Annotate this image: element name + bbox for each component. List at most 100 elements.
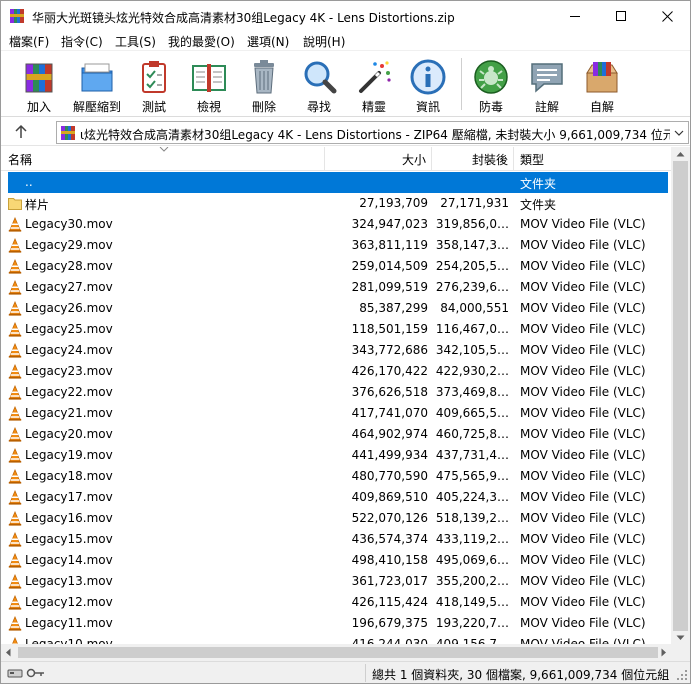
menu-file[interactable]: 檔案(F) (9, 33, 49, 50)
path-field[interactable]: ι炫光特效合成高清素材30组Legacy 4K - Lens Distortio… (56, 121, 689, 144)
column-divider[interactable] (513, 147, 514, 171)
menu-commands[interactable]: 指令(C) (61, 33, 103, 50)
file-type: MOV Video File (VLC) (520, 364, 646, 378)
up-arrow-icon[interactable] (11, 123, 31, 141)
vertical-scroll-thumb[interactable] (673, 161, 688, 631)
column-header: 名稱 大小 封裝後 類型 (1, 147, 671, 171)
maximize-button[interactable] (598, 1, 644, 31)
path-text: ι炫光特效合成高清素材30组Legacy 4K - Lens Distortio… (80, 128, 687, 142)
resize-grip-icon[interactable] (676, 669, 688, 681)
table-row[interactable]: Legacy17.mov 409,869,510 405,224,3… MOV Vid… (1, 487, 671, 508)
table-row[interactable]: Legacy16.mov 522,070,126 518,139,2… MOV Vid… (1, 508, 671, 529)
menu-favorites[interactable]: 我的最愛(O) (168, 33, 235, 50)
column-divider[interactable] (431, 147, 432, 171)
table-row[interactable]: Legacy14.mov 498,410,158 495,069,6… MOV Vid… (1, 550, 671, 571)
parent-folder-row[interactable]: .. 文件夹 (8, 172, 668, 193)
file-packed-size: 84,000,551 (440, 301, 509, 315)
column-divider[interactable] (324, 147, 325, 171)
menu-tools[interactable]: 工具(S) (115, 33, 156, 50)
table-row[interactable]: Legacy29.mov 363,811,119 358,147,3… MOV Vid… (1, 235, 671, 256)
menu-bar: 檔案(F) 指令(C) 工具(S) 我的最愛(O) 選項(N) 說明(H) (1, 31, 690, 51)
menu-options[interactable]: 選項(N) (247, 33, 289, 50)
table-row[interactable]: Legacy21.mov 417,741,070 409,665,5… MOV Vid… (1, 403, 671, 424)
file-size: 441,499,934 (351, 448, 428, 462)
minimize-button[interactable] (552, 1, 598, 31)
tool-info-button[interactable]: 資訊 (398, 56, 458, 114)
tool-wizard-button[interactable]: 精靈 (344, 56, 404, 114)
table-row[interactable]: Legacy12.mov 426,115,424 418,149,5… MOV Vid… (1, 592, 671, 613)
file-name: Legacy28.mov (25, 259, 113, 273)
file-packed-size: 193,220,7… (435, 616, 509, 630)
tool-sfx-button[interactable]: 自解 (572, 56, 632, 114)
file-packed-size: 342,105,5… (435, 343, 509, 357)
table-row[interactable]: Legacy26.mov 85,387,299 84,000,551 MOV Vide… (1, 298, 671, 319)
table-row[interactable]: Legacy28.mov 259,014,509 254,205,5… MOV Vid… (1, 256, 671, 277)
file-size: 376,626,518 (351, 385, 428, 399)
file-size: 426,115,424 (351, 595, 428, 609)
tool-view-button[interactable]: 檢視 (179, 56, 239, 114)
path-dropdown-button[interactable] (670, 122, 688, 143)
file-name: Legacy25.mov (25, 322, 113, 336)
table-row[interactable]: Legacy13.mov 361,723,017 355,200,2… MOV Vid… (1, 571, 671, 592)
file-packed-size: 116,467,0… (435, 322, 509, 336)
file-type: MOV Video File (VLC) (520, 238, 646, 252)
table-row[interactable]: Legacy11.mov 196,679,375 193,220,7… MOV Vid… (1, 613, 671, 634)
file-size: 363,811,119 (351, 238, 428, 252)
file-name: Legacy23.mov (25, 364, 113, 378)
column-name[interactable]: 名稱 (8, 151, 32, 168)
file-name: Legacy30.mov (25, 217, 113, 231)
test-icon (142, 61, 166, 93)
status-drive-key-icon[interactable] (7, 665, 47, 681)
virus-scan-icon (474, 60, 508, 94)
file-type: 文件夹 (520, 198, 557, 212)
extract-to-icon (81, 63, 113, 92)
horizontal-scroll-thumb[interactable] (18, 647, 658, 658)
file-packed-size: 433,119,2… (435, 532, 509, 546)
table-row[interactable]: Legacy30.mov 324,947,023 319,856,0… MOV Vid… (1, 214, 671, 235)
table-row[interactable]: Legacy25.mov 118,501,159 116,467,0… MOV Vid… (1, 319, 671, 340)
table-row[interactable]: Legacy18.mov 480,770,590 475,565,9… MOV Vid… (1, 466, 671, 487)
file-type: MOV Video File (VLC) (520, 532, 646, 546)
menu-help[interactable]: 說明(H) (303, 33, 345, 50)
tool-find-button[interactable]: 尋找 (289, 56, 349, 114)
column-size[interactable]: 大小 (402, 151, 426, 168)
vlc-cone-icon (8, 364, 22, 379)
table-row[interactable]: Legacy23.mov 426,170,422 422,930,2… MOV Vid… (1, 361, 671, 382)
table-row[interactable]: Legacy20.mov 464,902,974 460,725,8… MOV Vid… (1, 424, 671, 445)
vlc-cone-icon (8, 448, 22, 463)
vlc-cone-icon (8, 301, 22, 316)
table-row[interactable]: Legacy15.mov 436,574,374 433,119,2… MOV Vid… (1, 529, 671, 550)
title-bar[interactable]: 华丽大光斑镜头炫光特效合成高清素材30组Legacy 4K - Lens Dis… (1, 1, 690, 31)
column-type[interactable]: 類型 (520, 151, 544, 168)
vlc-cone-icon (8, 511, 22, 526)
trash-icon (254, 60, 274, 94)
file-size: 343,772,686 (351, 343, 428, 357)
table-row[interactable]: Legacy24.mov 343,772,686 342,105,5… MOV Vid… (1, 340, 671, 361)
file-name: Legacy17.mov (25, 490, 113, 504)
vertical-scrollbar[interactable] (671, 147, 690, 644)
tool-label: 加入 (26, 100, 51, 114)
tool-add-button[interactable]: 加入 (9, 56, 69, 114)
tool-virus-scan-button[interactable]: 防毒 (461, 56, 521, 114)
scroll-down-arrow-icon[interactable] (676, 635, 685, 641)
tool-delete-button[interactable]: 刪除 (234, 56, 294, 114)
tool-test-button[interactable]: 測試 (124, 56, 184, 114)
tool-label: 防毒 (478, 100, 503, 114)
tool-extract-to-button[interactable]: 解壓縮到 (67, 56, 127, 114)
scroll-right-arrow-icon[interactable] (661, 648, 667, 657)
vlc-cone-icon (8, 280, 22, 295)
close-button[interactable] (644, 1, 690, 31)
tool-comment-button[interactable]: 註解 (517, 56, 577, 114)
table-row[interactable]: 样片 27,193,709 27,171,931 文件夹 (1, 193, 671, 214)
status-text: 總共 1 個資料夾, 30 個檔案, 9,661,009,734 個位元組 (372, 668, 670, 682)
column-packed[interactable]: 封裝後 (472, 151, 508, 168)
table-row[interactable]: Legacy27.mov 281,099,519 276,239,6… MOV Vid… (1, 277, 671, 298)
scroll-up-arrow-icon[interactable] (676, 151, 685, 157)
horizontal-scrollbar[interactable] (1, 644, 671, 661)
table-row[interactable]: Legacy19.mov 441,499,934 437,731,4… MOV Vid… (1, 445, 671, 466)
winrar-window: 华丽大光斑镜头炫光特效合成高清素材30组Legacy 4K - Lens Dis… (0, 0, 691, 684)
scroll-left-arrow-icon[interactable] (5, 648, 11, 657)
table-row[interactable]: Legacy22.mov 376,626,518 373,469,8… MOV Vid… (1, 382, 671, 403)
file-name: Legacy20.mov (25, 427, 113, 441)
vlc-cone-icon (8, 427, 22, 442)
